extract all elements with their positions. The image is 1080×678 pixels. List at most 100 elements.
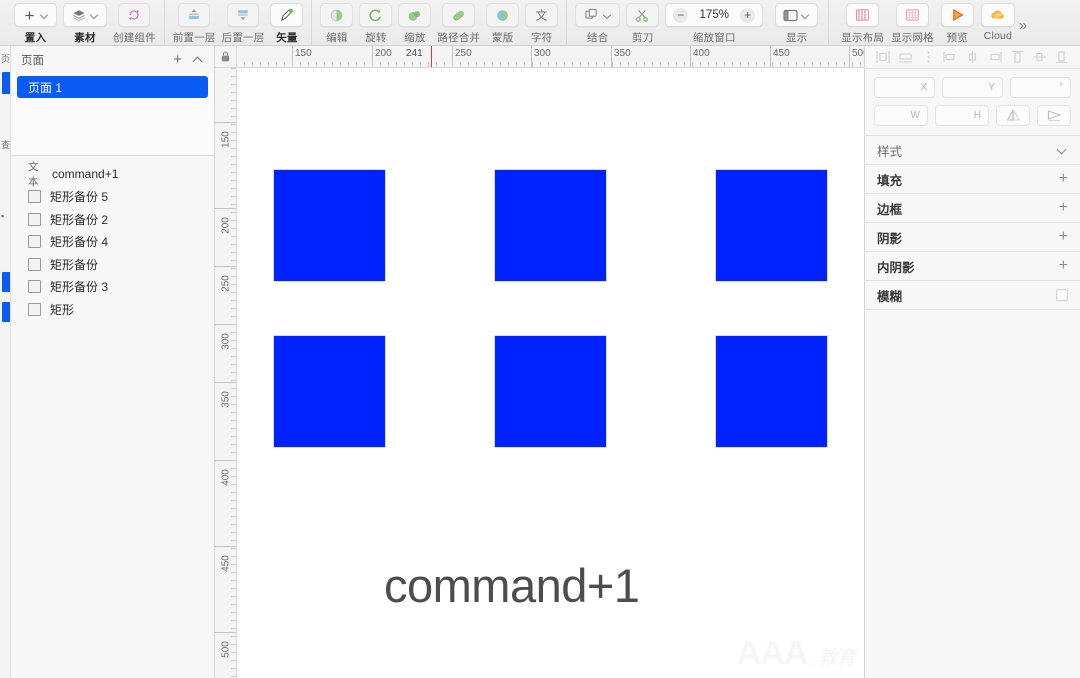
- combine-button[interactable]: [575, 3, 621, 27]
- flip-vertical-button[interactable]: [1037, 105, 1071, 126]
- path-union-button[interactable]: [442, 3, 476, 27]
- layer-row[interactable]: 矩形备份: [11, 253, 214, 276]
- align-bottom-button[interactable]: [1054, 50, 1069, 64]
- toolbar-item-bring-forward[interactable]: 前置一层: [173, 0, 216, 45]
- align-center-horizontal-button[interactable]: [898, 50, 913, 64]
- width-field[interactable]: W: [874, 105, 928, 126]
- ruler-minor-tick: [252, 62, 253, 67]
- canvas-rectangle[interactable]: [274, 170, 385, 281]
- toolbar-item-cloud[interactable]: Cloud: [980, 0, 1015, 42]
- align-top-button[interactable]: [1010, 50, 1025, 64]
- toolbar-item-show-layout[interactable]: 显示布局: [841, 0, 884, 45]
- toolbar-item-combine[interactable]: 结合: [575, 0, 621, 45]
- toolbar-item-rotate[interactable]: 旋转: [359, 0, 393, 45]
- canvas-rectangle[interactable]: [716, 170, 827, 281]
- toolbar-item-scale[interactable]: 缩放: [398, 0, 432, 45]
- toolbar-item-path-union[interactable]: 路径合并: [437, 0, 480, 45]
- rotate-button[interactable]: [359, 3, 393, 27]
- zoom-window-control[interactable]: − 175% + 缩放窗口: [665, 0, 764, 45]
- x-field[interactable]: X: [874, 77, 935, 98]
- flip-horizontal-button[interactable]: [996, 105, 1030, 126]
- page-list-item[interactable]: 页面 1: [17, 76, 208, 98]
- y-field[interactable]: Y: [942, 77, 1003, 98]
- view-toggle-button[interactable]: [775, 3, 819, 27]
- toolbar-item-text-char[interactable]: 文字符: [525, 0, 559, 45]
- add-icon[interactable]: +: [1059, 229, 1068, 245]
- add-icon[interactable]: +: [1059, 171, 1068, 187]
- canvas-rectangle[interactable]: [495, 336, 606, 447]
- preview-play-button[interactable]: [940, 3, 974, 27]
- section-row-plus[interactable]: 填充 +: [865, 165, 1080, 194]
- design-canvas[interactable]: AAA ® 教育 command+1: [237, 68, 864, 678]
- text-char-icon: 文: [536, 8, 548, 22]
- section-row-chevron-down[interactable]: 样式: [865, 136, 1080, 165]
- layer-row[interactable]: 矩形备份 2: [11, 208, 214, 231]
- ruler-corner[interactable]: [215, 46, 237, 68]
- horizontal-ruler[interactable]: 150 200 250 300 350 400 450 500 241: [237, 46, 864, 68]
- chevron-down-icon[interactable]: [801, 11, 810, 20]
- canvas-rectangle[interactable]: [495, 170, 606, 281]
- section-row-plus[interactable]: 内阴影 +: [865, 252, 1080, 281]
- mask-button[interactable]: [486, 3, 520, 27]
- zoom-buttons[interactable]: − 175% +: [665, 3, 764, 27]
- layer-row[interactable]: 文本 command+1: [11, 161, 214, 188]
- chevron-down-icon[interactable]: [1057, 145, 1068, 156]
- show-grid-button[interactable]: [895, 3, 929, 27]
- section-row-plus[interactable]: 边框 +: [865, 194, 1080, 223]
- toolbar-item-layers[interactable]: 素材: [63, 0, 107, 45]
- layer-row[interactable]: 矩形备份 3: [11, 276, 214, 299]
- layer-row[interactable]: 矩形: [11, 298, 214, 321]
- chevron-down-icon[interactable]: [40, 11, 49, 20]
- align-middle-button[interactable]: [965, 50, 980, 64]
- zoom-out-icon[interactable]: −: [673, 7, 689, 23]
- plus-button[interactable]: [14, 3, 57, 27]
- section-row-plus[interactable]: 阴影 +: [865, 223, 1080, 252]
- scissors-button[interactable]: [626, 3, 660, 27]
- zoom-in-icon[interactable]: +: [740, 7, 756, 23]
- text-char-button[interactable]: 文: [525, 3, 559, 27]
- rotation-field[interactable]: °: [1010, 77, 1071, 98]
- layer-row[interactable]: 矩形备份 4: [11, 231, 214, 254]
- send-backward-button[interactable]: [227, 3, 260, 27]
- toolbar-item-create-symbol[interactable]: 创建组件: [113, 0, 156, 45]
- canvas-text-element[interactable]: command+1: [384, 558, 640, 613]
- align-vertical-center-button[interactable]: [1032, 50, 1047, 64]
- align-left-button[interactable]: [876, 50, 891, 64]
- vector-pen-button[interactable]: [270, 3, 304, 27]
- section-row-checkbox[interactable]: 模糊: [865, 281, 1080, 310]
- scale-button[interactable]: [398, 3, 432, 27]
- toolbar-item-show-grid[interactable]: 显示网格: [891, 0, 934, 45]
- ruler-minor-tick: [772, 62, 773, 67]
- toolbar-item-plus[interactable]: 置入: [14, 0, 57, 45]
- canvas-rectangle[interactable]: [274, 336, 385, 447]
- chevron-up-icon[interactable]: [193, 54, 204, 65]
- height-field[interactable]: H: [935, 105, 989, 126]
- cloud-button[interactable]: [980, 3, 1015, 27]
- toolbar-overflow-button[interactable]: »: [1019, 17, 1027, 34]
- create-symbol-button[interactable]: [118, 3, 151, 27]
- toolbar-item-vector-pen[interactable]: 矢量: [270, 0, 304, 45]
- distribute-button[interactable]: [921, 50, 936, 64]
- canvas-rectangle[interactable]: [716, 336, 827, 447]
- toolbar-item-send-backward[interactable]: 后置一层: [222, 0, 265, 45]
- vertical-ruler[interactable]: 150 200 250 300 350 400 450 500: [215, 68, 237, 678]
- ruler-minor-tick: [404, 62, 405, 67]
- toolbar-item-preview-play[interactable]: 预览: [940, 0, 974, 45]
- add-page-button[interactable]: +: [173, 52, 182, 67]
- add-icon[interactable]: +: [1059, 258, 1068, 274]
- view-toggle-control[interactable]: 显示: [775, 0, 819, 45]
- add-icon[interactable]: +: [1059, 200, 1068, 216]
- layers-button[interactable]: [63, 3, 107, 27]
- ruler-minor-tick: [668, 62, 669, 67]
- toolbar-item-edit[interactable]: 编辑: [320, 0, 354, 45]
- edit-button[interactable]: [320, 3, 354, 27]
- toolbar-item-mask[interactable]: 蒙版: [486, 0, 520, 45]
- chevron-down-icon[interactable]: [90, 11, 99, 20]
- bring-forward-button[interactable]: [178, 3, 211, 27]
- toolbar-item-scissors[interactable]: 剪刀: [626, 0, 660, 45]
- enable-checkbox[interactable]: [1056, 289, 1068, 301]
- chevron-down-icon[interactable]: [603, 11, 612, 20]
- align-edge-right-button[interactable]: [987, 50, 1002, 64]
- show-layout-button[interactable]: [846, 3, 880, 27]
- align-edge-left-button[interactable]: [943, 50, 958, 64]
